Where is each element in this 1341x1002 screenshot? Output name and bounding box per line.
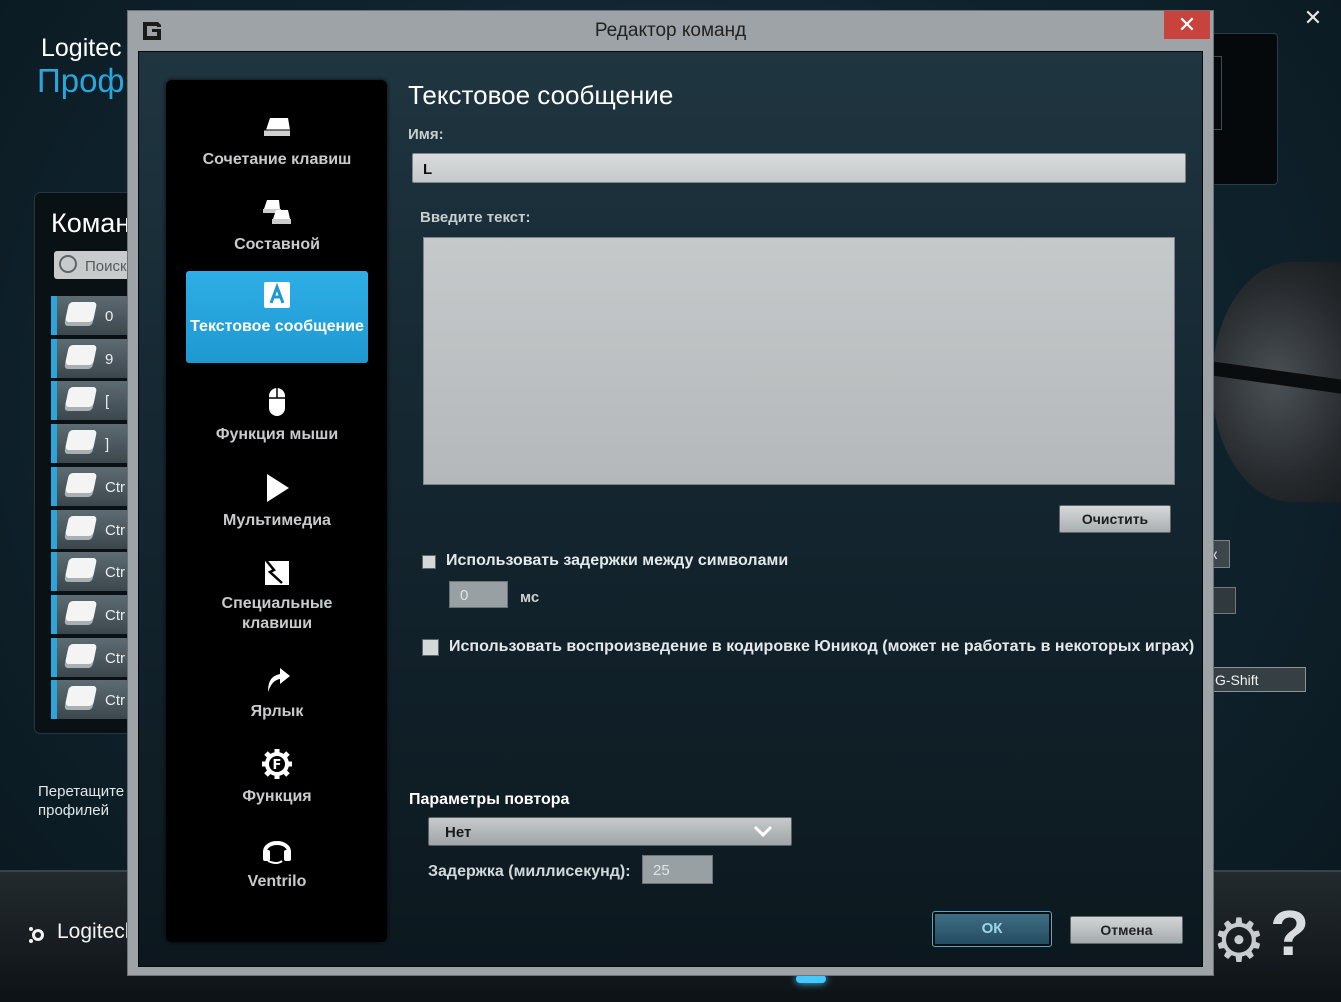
repeat-mode-select[interactable]: Нет xyxy=(428,817,792,846)
dialog-title: Редактор команд xyxy=(594,20,747,41)
nav-function[interactable]: F Функция xyxy=(186,739,368,831)
key-icon xyxy=(64,472,98,493)
shortcut-arrow-icon xyxy=(268,668,290,692)
key-icon xyxy=(64,558,98,579)
dialog-content: Сочетание клавиш Составной Текстовое соо… xyxy=(138,51,1203,967)
command-list-label: Ctr xyxy=(105,649,125,667)
nav-label: Ventrilo xyxy=(247,873,307,890)
command-list-label: Ctr xyxy=(105,478,125,496)
nav-special-keys[interactable]: Специальные клавиши xyxy=(186,548,368,640)
gshift-button[interactable]: G-Shift xyxy=(1206,667,1306,692)
delay-checkbox-label: Использовать задержки между символами xyxy=(446,552,789,569)
delay-checkbox[interactable] xyxy=(422,555,436,569)
nav-label: Функция xyxy=(242,788,312,805)
nav-label: Ярлык xyxy=(250,703,304,720)
key-icon xyxy=(64,600,98,621)
nav-label: Специальные клавиши xyxy=(221,595,333,632)
search-placeholder: Поиск xyxy=(85,258,127,275)
app-close-button[interactable]: ✕ xyxy=(1300,6,1326,30)
nav-multikey[interactable]: Составной xyxy=(186,187,368,279)
command-list-label: Ctr xyxy=(105,564,125,582)
mouse-icon xyxy=(269,388,285,416)
key-icon xyxy=(64,387,98,408)
drag-hint: Перетащите профилей xyxy=(38,782,124,820)
repeat-mode-value: Нет xyxy=(445,824,472,841)
key-icon xyxy=(64,430,98,451)
page-indicator xyxy=(796,975,826,983)
key-icon xyxy=(64,302,98,322)
settings-gear-icon[interactable]: ⚙ xyxy=(1212,906,1266,976)
nav-shortcut[interactable]: Ярлык xyxy=(186,654,368,746)
function-gear-icon: F xyxy=(262,749,292,779)
dialog-close-button[interactable]: ✕ xyxy=(1164,11,1210,39)
nav-mouse-function[interactable]: Функция мыши xyxy=(186,377,368,469)
nav-text-message[interactable]: Текстовое сообщение xyxy=(186,271,368,363)
nav-keystroke[interactable]: Сочетание клавиш xyxy=(186,102,368,194)
headset-icon xyxy=(263,841,291,864)
dialog-titlebar[interactable]: Редактор команд ✕ xyxy=(128,11,1213,51)
key-icon xyxy=(64,643,98,664)
logitech-logo-text: Logitech xyxy=(57,920,137,943)
help-icon[interactable]: ? xyxy=(1270,896,1309,970)
command-list-label: 0 xyxy=(105,308,114,325)
command-list-label: Ctr xyxy=(105,692,125,710)
clear-button[interactable]: Очистить xyxy=(1059,505,1171,533)
section-heading: Текстовое сообщение xyxy=(408,80,674,110)
command-editor-dialog: Редактор команд ✕ Сочетание клавиш Соста… xyxy=(127,10,1214,976)
drag-hint-line1: Перетащите xyxy=(38,783,125,800)
commands-title: Коман xyxy=(51,208,131,238)
text-label: Введите текст: xyxy=(420,209,531,226)
key-icon xyxy=(264,118,290,136)
multikey-icon xyxy=(263,200,291,224)
command-list-label: [ xyxy=(105,393,110,411)
repeat-delay-field[interactable]: 25 xyxy=(642,855,713,884)
key-icon xyxy=(64,515,98,536)
special-key-icon xyxy=(264,558,289,585)
search-icon xyxy=(59,255,77,273)
command-list-label: 9 xyxy=(105,350,114,368)
drag-hint-line2: профилей xyxy=(38,802,110,819)
nav-label: Сочетание клавиш xyxy=(202,151,352,168)
key-icon xyxy=(64,686,98,707)
cancel-button[interactable]: Отмена xyxy=(1070,916,1183,944)
svg-text:F: F xyxy=(273,758,282,773)
text-a-icon xyxy=(264,282,290,308)
command-type-sidebar: Сочетание клавиш Составной Текстовое соо… xyxy=(166,80,387,942)
chevron-down-icon xyxy=(753,825,773,838)
command-list-label: Ctr xyxy=(105,521,125,539)
nav-label: Текстовое сообщение xyxy=(190,318,364,335)
name-field[interactable]: L xyxy=(412,153,1186,183)
ok-button[interactable]: ОК xyxy=(932,911,1052,947)
nav-multimedia[interactable]: Мультимедиа xyxy=(186,463,368,555)
repeat-options-title: Параметры повтора xyxy=(409,791,570,808)
repeat-delay-label: Задержка (миллисекунд): xyxy=(428,863,631,880)
nav-label: Функция мыши xyxy=(215,426,339,443)
message-text-area[interactable] xyxy=(423,237,1175,485)
unicode-checkbox[interactable] xyxy=(422,639,439,656)
nav-ventrilo[interactable]: Ventrilo xyxy=(186,824,368,916)
name-label: Имя: xyxy=(408,126,444,143)
char-delay-unit: мс xyxy=(520,589,540,606)
key-icon xyxy=(64,344,98,365)
command-list-label: Ctr xyxy=(105,606,125,624)
app-brand-label: Logitec xyxy=(41,34,122,62)
logitech-logo-icon xyxy=(29,927,44,943)
nav-label: Мультимедиа xyxy=(223,512,331,529)
unicode-checkbox-label: Использовать воспроизведение в кодировке… xyxy=(449,638,1195,655)
command-list-label: ] xyxy=(105,436,110,454)
char-delay-field[interactable]: 0 xyxy=(449,581,508,608)
play-icon xyxy=(267,474,289,502)
nav-label: Составной xyxy=(234,236,320,253)
